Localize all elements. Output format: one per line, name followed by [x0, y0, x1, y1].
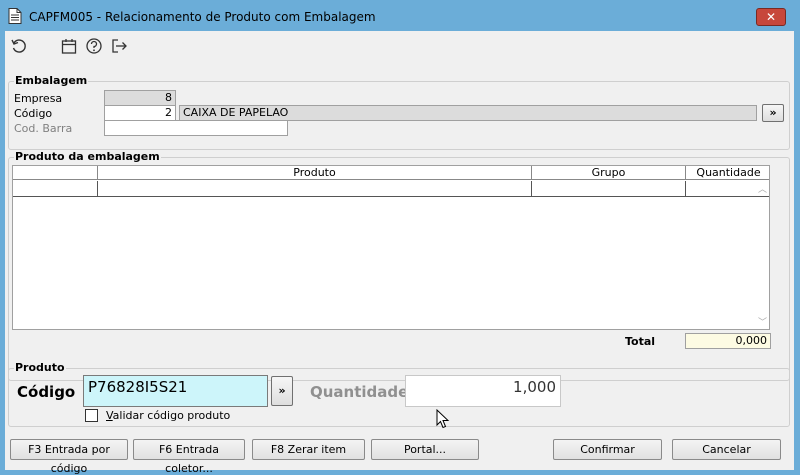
codigo-field[interactable]: 2 [104, 105, 176, 121]
produto-grid[interactable]: Produto Grupo Quantidade ︿ ﹀ [12, 165, 770, 330]
grid-header-grupo[interactable]: Grupo [532, 166, 686, 180]
f6-entrada-coletor-button[interactable]: F6 Entrada coletor... [133, 439, 245, 475]
f3-entrada-codigo-button[interactable]: F3 Entrada por código [10, 439, 128, 475]
produto-legend: Produto [14, 361, 66, 374]
client-area: Embalagem Empresa 8 Código 2 CAIXA DE PA… [5, 31, 794, 475]
produto-group: Produto Código P76828I5S21 » Quantidade … [8, 361, 790, 427]
close-button[interactable]: ✕ [756, 8, 786, 26]
produto-lookup-button[interactable]: » [271, 376, 293, 406]
quantidade-label: Quantidade [310, 383, 409, 401]
embalagem-group: Embalagem Empresa 8 Código 2 CAIXA DE PA… [8, 74, 790, 150]
grid-cell[interactable] [532, 181, 686, 196]
cod-barra-field[interactable] [104, 120, 288, 136]
grid-header-quantidade[interactable]: Quantidade [686, 166, 771, 180]
grid-header-blank [13, 166, 98, 180]
confirmar-button[interactable]: Confirmar [553, 439, 662, 460]
grid-header-produto[interactable]: Produto [98, 166, 532, 180]
window-title: CAPFM005 - Relacionamento de Produto com… [29, 10, 376, 24]
f8-zerar-item-button[interactable]: F8 Zerar item [252, 439, 365, 460]
produto-embalagem-legend: Produto da embalagem [14, 150, 161, 163]
embalagem-descricao-field: CAIXA DE PAPELAO [179, 105, 757, 121]
produto-embalagem-group: Produto da embalagem Produto Grupo Quant… [8, 150, 790, 381]
help-icon[interactable] [85, 37, 103, 55]
produto-codigo-field[interactable]: P76828I5S21 [83, 375, 268, 407]
produto-codigo-label: Código [17, 383, 76, 401]
total-field: 0,000 [685, 333, 771, 349]
grid-cell[interactable] [98, 181, 532, 196]
scroll-down-icon[interactable]: ﹀ [758, 315, 767, 328]
cod-barra-label: Cod. Barra [14, 122, 73, 135]
total-label: Total [625, 335, 656, 348]
table-row[interactable] [13, 181, 769, 197]
calendar-icon[interactable] [60, 37, 78, 55]
embalagem-lookup-button[interactable]: » [762, 104, 784, 122]
title-bar: CAPFM005 - Relacionamento de Produto com… [0, 0, 800, 32]
scroll-up-icon[interactable]: ︿ [758, 182, 767, 195]
embalagem-legend: Embalagem [14, 74, 89, 87]
portal-button[interactable]: Portal... [371, 439, 479, 460]
validar-checkbox[interactable] [85, 409, 98, 422]
grid-header: Produto Grupo Quantidade [13, 166, 769, 180]
codigo-label: Código [14, 107, 53, 120]
toolbar [5, 31, 794, 63]
empresa-field[interactable]: 8 [104, 90, 176, 106]
refresh-icon[interactable] [10, 37, 28, 55]
validar-label: Validar código produto [106, 409, 231, 422]
mouse-cursor-icon [436, 409, 450, 429]
exit-icon[interactable] [110, 37, 128, 55]
app-window: CAPFM005 - Relacionamento de Produto com… [0, 0, 800, 475]
grid-cell[interactable] [13, 181, 98, 196]
empresa-label: Empresa [14, 92, 63, 105]
document-icon [8, 8, 22, 24]
cancelar-button[interactable]: Cancelar [672, 439, 781, 460]
quantidade-field[interactable]: 1,000 [405, 375, 561, 407]
